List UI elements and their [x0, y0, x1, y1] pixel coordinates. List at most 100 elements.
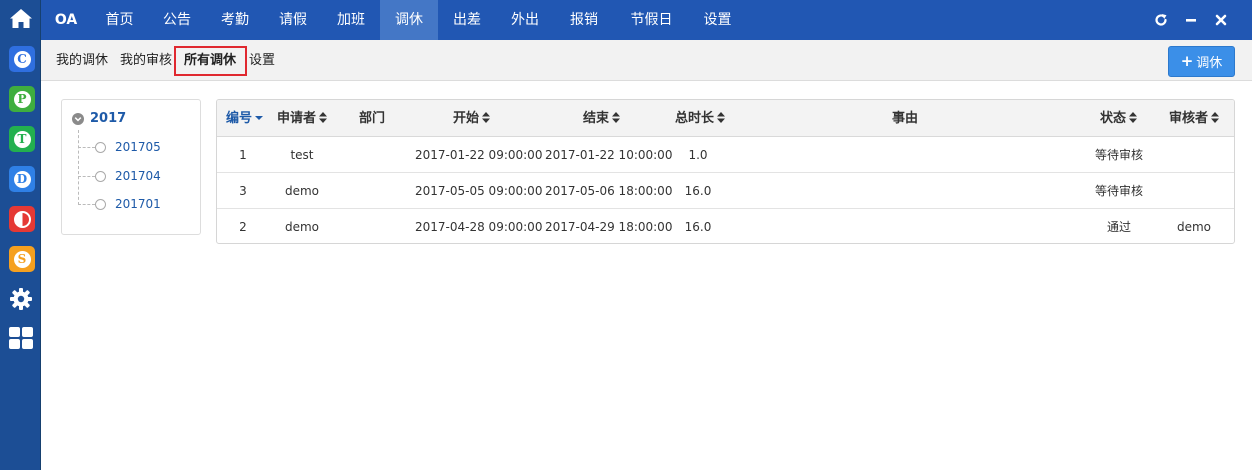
app-s-glyph: S — [13, 250, 31, 268]
col-applicant-label: 申请者 — [277, 111, 317, 126]
nav-notice[interactable]: 公告 — [148, 0, 206, 40]
nav-time-off[interactable]: 调休 — [380, 0, 438, 40]
gear-icon[interactable] — [8, 286, 34, 312]
sort-icon — [1211, 112, 1220, 123]
table-row[interactable]: 1 test 2017-01-22 09:00:00 2017-01-22 10… — [217, 137, 1234, 173]
table-header: 编号 申请者 部门 开始 结束 总时长 事由 状态 审核者 — [217, 100, 1234, 137]
app-p-glyph: P — [13, 90, 31, 108]
cell-duration: 1.0 — [688, 148, 708, 162]
cell-id: 3 — [239, 184, 247, 198]
col-reviewer-label: 审核者 — [1169, 111, 1209, 126]
tab-my-time-off[interactable]: 我的调休 — [56, 51, 108, 71]
cell-applicant: demo — [284, 220, 320, 234]
tree-item-label: 201704 — [115, 169, 161, 183]
col-id-label: 编号 — [226, 111, 253, 126]
sort-icon — [1129, 112, 1138, 123]
nav-home[interactable]: 首页 — [91, 0, 148, 40]
brand-logo[interactable]: OA — [41, 0, 91, 40]
cell-end: 2017-05-06 18:00:00 — [545, 184, 673, 198]
add-time-off-button[interactable]: + 调休 — [1168, 46, 1235, 77]
col-start[interactable]: 开始 — [453, 100, 491, 137]
tab-my-review[interactable]: 我的审核 — [120, 51, 172, 71]
tree-item-201704[interactable]: 201704 — [78, 169, 161, 183]
tree-item-label: 201701 — [115, 197, 161, 211]
circle-icon — [95, 170, 106, 182]
nav-settings[interactable]: 设置 — [689, 0, 746, 40]
col-status-label: 状态 — [1100, 111, 1127, 126]
nav-business-trip[interactable]: 出差 — [438, 0, 496, 40]
cell-status: 等待审核 — [1094, 148, 1143, 162]
tree-connector — [78, 146, 95, 148]
cell-reviewer — [1167, 137, 1221, 173]
col-end[interactable]: 结束 — [583, 100, 621, 137]
sort-icon — [717, 112, 726, 123]
app-c-glyph: C — [13, 50, 31, 68]
col-duration-label: 总时长 — [675, 111, 715, 126]
minimize-icon[interactable] — [1176, 0, 1206, 40]
col-start-label: 开始 — [453, 111, 480, 126]
nav-outing[interactable]: 外出 — [496, 0, 554, 40]
app-d-glyph: D — [13, 170, 31, 188]
col-applicant[interactable]: 申请者 — [277, 100, 328, 137]
home-icon[interactable] — [8, 6, 34, 32]
top-nav-bar: OA 首页 公告 考勤 请假 加班 调休 出差 外出 报销 节假日 设置 — [41, 0, 1252, 40]
tree-connector — [78, 175, 95, 177]
app-s-icon[interactable]: S — [9, 246, 35, 272]
cell-applicant: demo — [284, 184, 320, 198]
cell-duration: 16.0 — [684, 220, 712, 234]
col-status[interactable]: 状态 — [1100, 100, 1138, 137]
grid-icon[interactable] — [8, 325, 34, 351]
time-off-table: 编号 申请者 部门 开始 结束 总时长 事由 状态 审核者 1 test 201… — [216, 99, 1235, 244]
tree-item-201705[interactable]: 201705 — [78, 140, 161, 154]
window-controls — [1146, 0, 1236, 40]
tab-all-time-off[interactable]: 所有调休 — [184, 51, 236, 71]
nav-overtime[interactable]: 加班 — [322, 0, 380, 40]
cell-end: 2017-04-29 18:00:00 — [545, 220, 673, 234]
plus-icon: + — [1180, 52, 1194, 70]
tab-settings[interactable]: 设置 — [249, 51, 275, 71]
circle-icon — [95, 141, 106, 153]
cell-reviewer — [1167, 173, 1221, 209]
cell-id: 1 — [239, 148, 247, 162]
col-reason[interactable]: 事由 — [892, 100, 918, 137]
nav-holiday[interactable]: 节假日 — [614, 0, 689, 40]
tree-item-201701[interactable]: 201701 — [78, 197, 161, 211]
nav-leave[interactable]: 请假 — [264, 0, 322, 40]
app-p-icon[interactable]: P — [9, 86, 35, 112]
close-icon[interactable] — [1206, 0, 1236, 40]
app-d-icon[interactable]: D — [9, 166, 35, 192]
chevron-down-icon[interactable] — [72, 112, 84, 125]
refresh-icon[interactable] — [1146, 0, 1176, 40]
cell-status: 通过 — [1106, 220, 1131, 234]
col-id[interactable]: 编号 — [226, 100, 264, 137]
sort-desc-icon — [255, 112, 264, 123]
table-row[interactable]: 2 demo 2017-04-28 09:00:00 2017-04-29 18… — [217, 209, 1234, 243]
tree-item-label: 201705 — [115, 140, 161, 154]
period-tree: 2017 201705 201704 201701 — [61, 99, 201, 235]
app-half-icon[interactable] — [9, 206, 35, 232]
cell-start: 2017-01-22 09:00:00 — [415, 148, 543, 162]
col-duration[interactable]: 总时长 — [675, 100, 726, 137]
tree-root-label: 2017 — [90, 111, 127, 126]
tree-root-2017[interactable]: 2017 — [72, 111, 126, 126]
cell-reviewer: demo — [1176, 220, 1212, 234]
cell-duration: 16.0 — [684, 184, 712, 198]
col-reviewer[interactable]: 审核者 — [1169, 100, 1220, 137]
nav-attendance[interactable]: 考勤 — [206, 0, 264, 40]
add-time-off-label: 调休 — [1196, 56, 1223, 71]
app-t-icon[interactable]: T — [9, 126, 35, 152]
cell-id: 2 — [239, 220, 247, 234]
app-rail: C P T D S — [0, 0, 41, 470]
app-window: C P T D S OA 首页 公告 考勤 请假 加班 调休 出差 外出 报销 … — [0, 0, 1252, 470]
table-row[interactable]: 3 demo 2017-05-05 09:00:00 2017-05-06 18… — [217, 173, 1234, 209]
col-department[interactable]: 部门 — [359, 100, 385, 137]
sort-icon — [319, 112, 328, 123]
circle-icon — [95, 198, 106, 210]
sort-icon — [612, 112, 621, 123]
app-half-glyph — [13, 210, 31, 228]
main-menu: OA 首页 公告 考勤 请假 加班 调休 出差 外出 报销 节假日 设置 — [41, 0, 746, 40]
nav-expense[interactable]: 报销 — [554, 0, 614, 40]
cell-applicant: test — [290, 148, 314, 162]
cell-end: 2017-01-22 10:00:00 — [545, 148, 673, 162]
app-c-icon[interactable]: C — [9, 46, 35, 72]
